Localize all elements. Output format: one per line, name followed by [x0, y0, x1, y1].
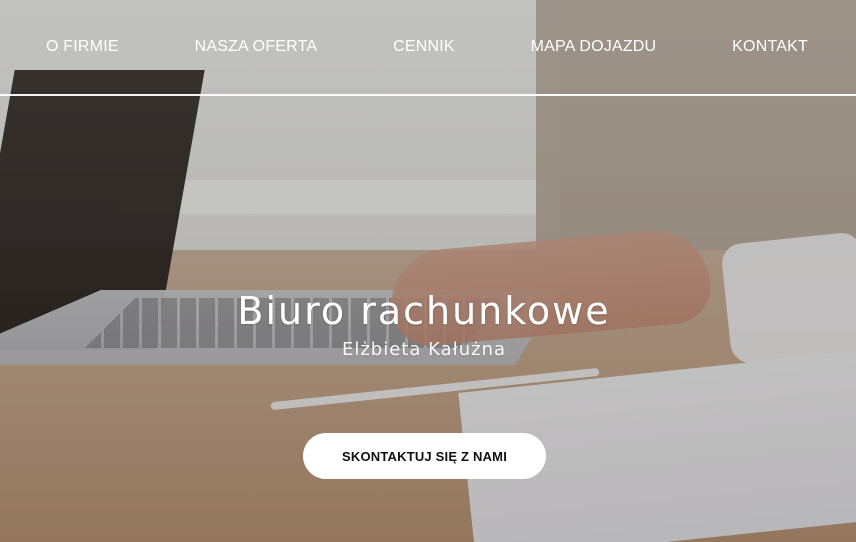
hero-section: O FIRMIE NASZA OFERTA CENNIK MAPA DOJAZD… — [0, 0, 856, 542]
hero-subtitle: Elżbieta Kałużna — [341, 339, 507, 360]
nav-link-mapa-dojazdu[interactable]: MAPA DOJAZDU — [531, 38, 657, 56]
nav-link-cennik[interactable]: CENNIK — [393, 38, 455, 56]
nav-divider — [0, 94, 856, 96]
nav-link-nasza-oferta[interactable]: NASZA OFERTA — [195, 38, 318, 56]
nav-link-kontakt[interactable]: KONTAKT — [732, 38, 808, 56]
top-navigation: O FIRMIE NASZA OFERTA CENNIK MAPA DOJAZD… — [0, 0, 856, 94]
nav-link-o-firmie[interactable]: O FIRMIE — [46, 38, 119, 56]
hero-title: Biuro rachunkowe — [237, 289, 611, 333]
contact-us-button[interactable]: SKONTAKTUJ SIĘ Z NAMI — [303, 433, 546, 479]
